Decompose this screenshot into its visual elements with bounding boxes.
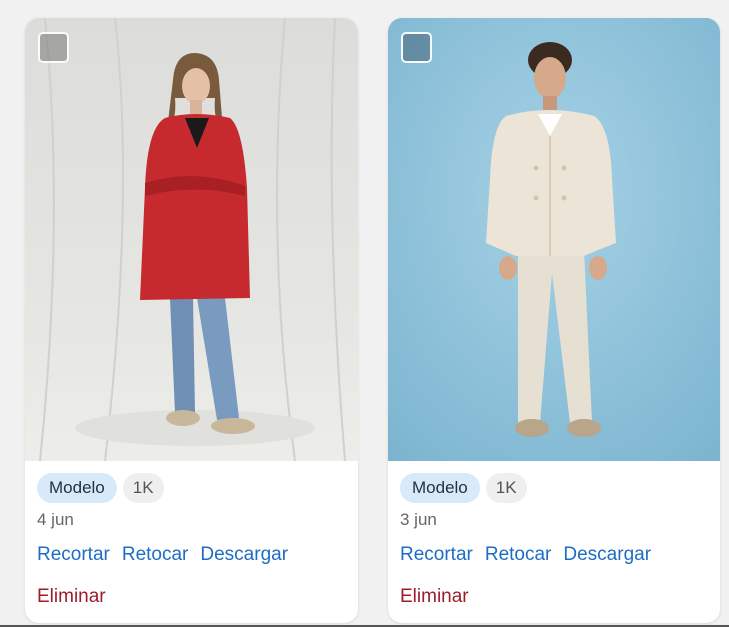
card-meta: Modelo 1K 3 jun Recortar Retocar Descarg…: [388, 461, 720, 608]
tag-row: Modelo 1K: [37, 473, 346, 503]
image-grid: Modelo 1K 4 jun Recortar Retocar Descarg…: [0, 0, 729, 627]
model-tag[interactable]: Modelo: [37, 473, 117, 503]
generated-image[interactable]: [25, 18, 358, 461]
resolution-badge: 1K: [122, 473, 164, 503]
image-card: Modelo 1K 3 jun Recortar Retocar Descarg…: [388, 18, 720, 623]
crop-link[interactable]: Recortar: [37, 544, 110, 568]
action-row: Recortar Retocar Descargar: [37, 544, 346, 568]
crop-link[interactable]: Recortar: [400, 544, 473, 568]
date-label: 3 jun: [400, 510, 437, 529]
download-link[interactable]: Descargar: [563, 544, 651, 568]
retouch-link[interactable]: Retocar: [485, 544, 552, 568]
delete-link[interactable]: Eliminar: [400, 586, 708, 608]
select-checkbox[interactable]: [401, 32, 432, 63]
card-meta: Modelo 1K 4 jun Recortar Retocar Descarg…: [25, 461, 358, 608]
man-beige-peacoat-photo: [388, 18, 720, 461]
select-checkbox[interactable]: [38, 32, 69, 63]
delete-link[interactable]: Eliminar: [37, 586, 346, 608]
retouch-link[interactable]: Retocar: [122, 544, 189, 568]
image-card: Modelo 1K 4 jun Recortar Retocar Descarg…: [25, 18, 358, 623]
model-tag[interactable]: Modelo: [400, 473, 480, 503]
tag-row: Modelo 1K: [400, 473, 708, 503]
woman-red-coat-photo: [25, 18, 358, 461]
resolution-badge: 1K: [485, 473, 527, 503]
generated-image[interactable]: [388, 18, 720, 461]
date-label: 4 jun: [37, 510, 74, 529]
action-row: Recortar Retocar Descargar: [400, 544, 708, 568]
download-link[interactable]: Descargar: [200, 544, 288, 568]
